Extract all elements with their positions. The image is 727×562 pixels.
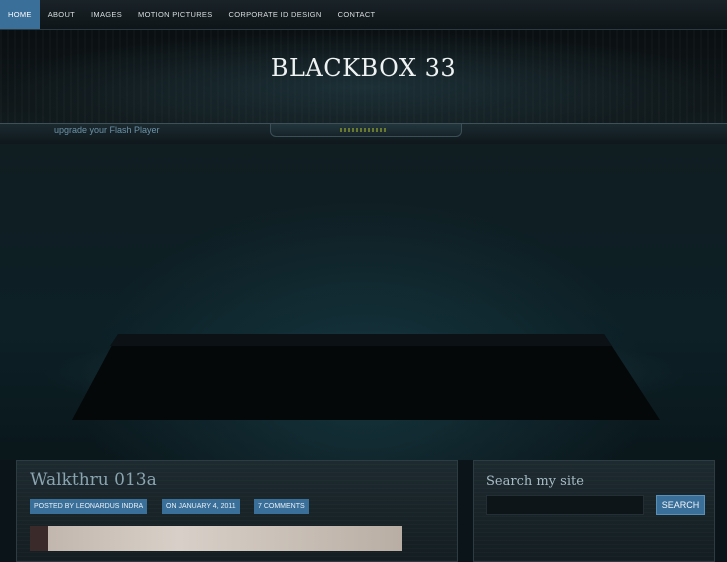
post-comments-badge[interactable]: 7 COMMENTS	[254, 499, 309, 514]
post-image-edge	[30, 526, 48, 551]
header-plate-stripes	[340, 128, 388, 132]
post-author-badge[interactable]: POSTED BY LEONARDUS INDRA	[30, 499, 148, 514]
search-button[interactable]: SEARCH	[656, 495, 705, 515]
search-input[interactable]	[486, 495, 644, 515]
search-heading: Search my site	[486, 474, 584, 489]
post-title[interactable]: Walkthru 013a	[30, 470, 157, 490]
post-date-badge[interactable]: ON JANUARY 4, 2011	[162, 499, 240, 514]
upgrade-flash-link[interactable]: upgrade your Flash Player	[54, 125, 160, 135]
post-image[interactable]	[30, 526, 402, 551]
